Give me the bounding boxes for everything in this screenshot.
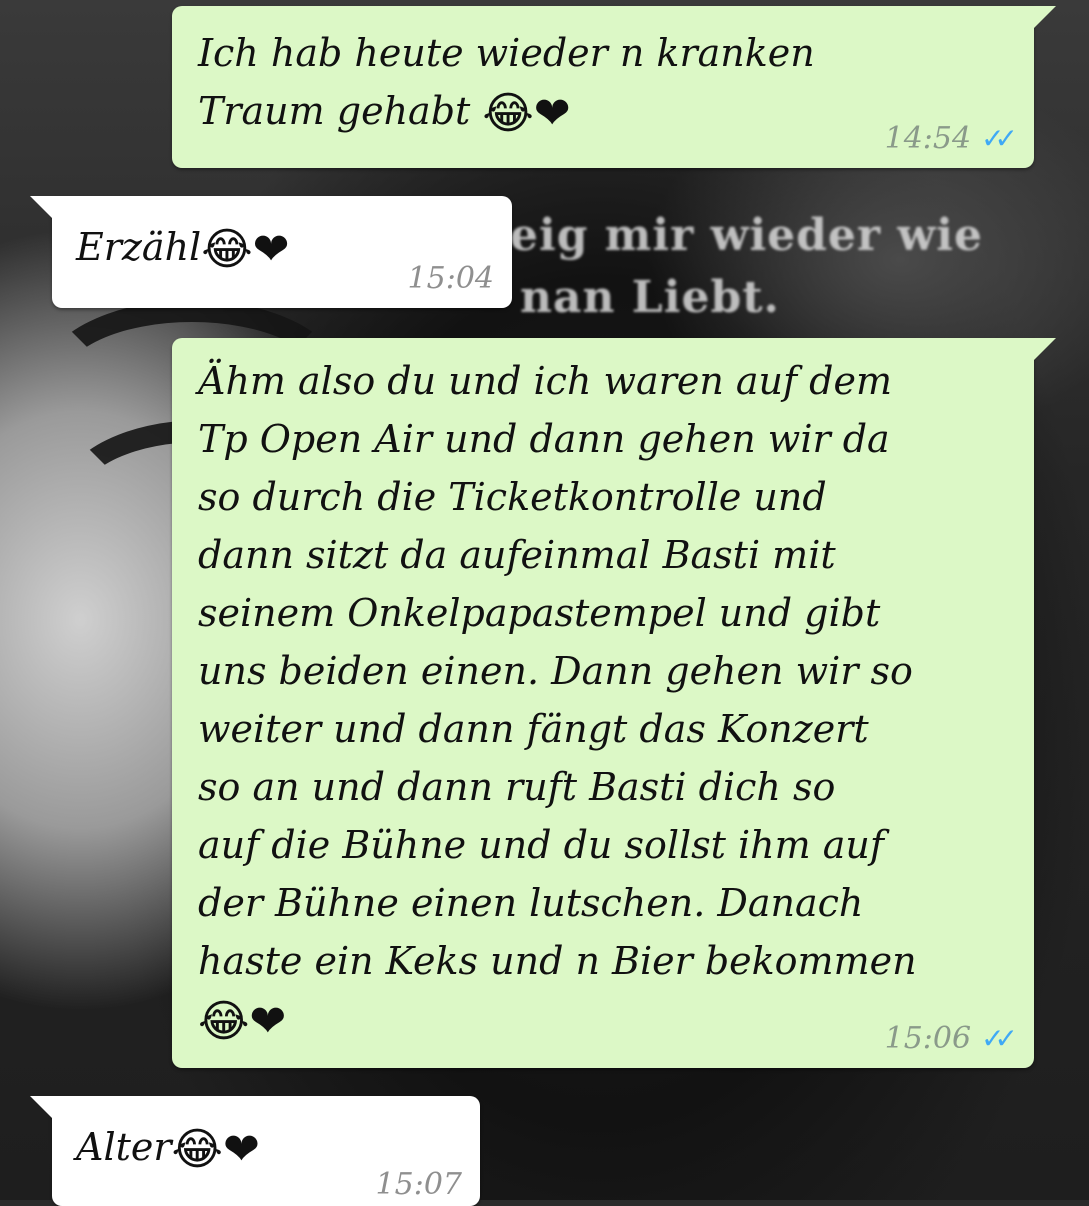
laughing-crying-emoji-and-heart-icon: 😂❤ xyxy=(171,1124,260,1175)
message-bubble-outgoing[interactable]: Ähm also du und ich waren auf dem Tp Ope… xyxy=(172,338,1056,1068)
message-text: Alter😂❤ xyxy=(76,1118,260,1179)
double-check-read-icon: ✓✓ xyxy=(981,1022,1018,1055)
laughing-crying-emoji-and-heart-icon: 😂❤ xyxy=(482,88,571,139)
message-list[interactable]: Ich hab heute wieder n kranken Traum geh… xyxy=(0,0,1089,1206)
message-text: Ähm also du und ich waren auf dem Tp Ope… xyxy=(198,352,917,1051)
message-meta: 15:06 ✓✓ xyxy=(884,1021,1018,1056)
message-meta: 15:04 xyxy=(408,261,494,296)
message-bubble-incoming[interactable]: Alter😂❤ 15:07 xyxy=(30,1096,480,1206)
message-time: 14:54 xyxy=(884,121,972,156)
message-bubble-incoming[interactable]: Erzähl😂❤ 15:04 xyxy=(30,196,512,308)
laughing-crying-emoji-and-heart-icon: 😂❤ xyxy=(201,224,290,275)
message-meta: 14:54 ✓✓ xyxy=(884,121,1018,156)
message-meta: 15:07 xyxy=(376,1167,462,1202)
message-text-content: Erzähl xyxy=(76,225,202,269)
message-time: 15:07 xyxy=(375,1167,462,1202)
message-bubble-outgoing[interactable]: Ich hab heute wieder n kranken Traum geh… xyxy=(172,6,1056,168)
message-time: 15:06 xyxy=(884,1021,972,1056)
laughing-crying-emoji-and-heart-icon: 😂❤ xyxy=(198,996,287,1047)
message-text: Ich hab heute wieder n kranken Traum geh… xyxy=(198,24,815,143)
message-text-content: Ähm also du und ich waren auf dem Tp Ope… xyxy=(198,359,917,983)
message-text: Erzähl😂❤ xyxy=(76,218,290,279)
message-time: 15:04 xyxy=(407,261,494,296)
double-check-read-icon: ✓✓ xyxy=(981,122,1018,155)
message-text-content: Alter xyxy=(76,1125,172,1169)
